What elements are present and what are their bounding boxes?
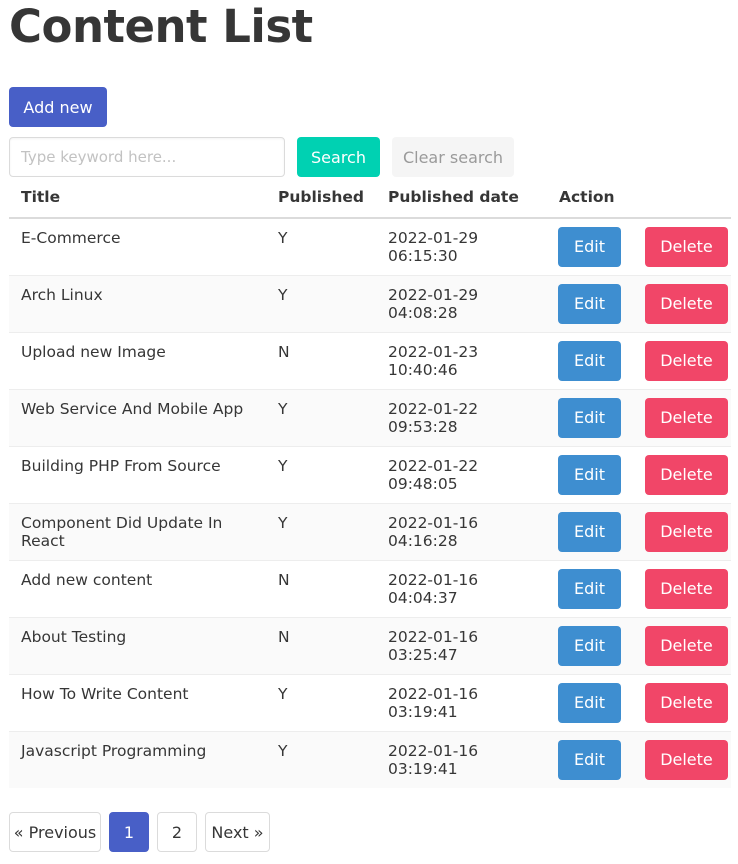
row-published-date: 2022-01-22 09:53:28 [375,389,547,447]
row-actions: Edit Delete [546,731,731,788]
row-title: Add new content [9,560,266,618]
row-actions: Edit Delete [546,218,731,276]
delete-button[interactable]: Delete [644,625,728,666]
row-title: Component Did Update In React [9,503,266,561]
row-published-date: 2022-01-29 04:08:28 [375,275,547,333]
row-title: Building PHP From Source [9,446,266,504]
row-published: N [266,332,376,390]
row-published-date: 2022-01-29 06:15:30 [375,218,547,276]
row-actions: Edit Delete [546,560,731,618]
header-published: Published [266,177,376,219]
edit-button[interactable]: Edit [557,739,621,780]
row-published: Y [266,503,376,561]
row-actions: Edit Delete [546,617,731,675]
table-row: Web Service And Mobile App Y 2022-01-22 09… [9,389,731,447]
next-page-button[interactable]: Next » [205,812,270,852]
row-actions: Edit Delete [546,446,731,504]
table-row: Add new content N 2022-01-16 04:04:37 Edit D… [9,560,731,618]
row-published-date: 2022-01-16 04:04:37 [375,560,547,618]
action-buttons: Edit Delete [547,454,731,495]
table-row: About Testing N 2022-01-16 03:25:47 Edit Del… [9,617,731,675]
row-title: Arch Linux [9,275,266,333]
row-published-date: 2022-01-23 10:40:46 [375,332,547,390]
row-actions: Edit Delete [546,503,731,561]
table-row: Javascript Programming Y 2022-01-16 03:19:… [9,731,731,788]
delete-button[interactable]: Delete [644,511,728,552]
edit-button[interactable]: Edit [557,226,621,267]
edit-button[interactable]: Edit [557,625,621,666]
edit-button[interactable]: Edit [557,283,621,324]
table-row: Upload new Image N 2022-01-23 10:40:46 Edit… [9,332,731,390]
action-buttons: Edit Delete [547,397,731,438]
action-buttons: Edit Delete [547,625,731,666]
row-title: E-Commerce [9,218,266,276]
row-published-date: 2022-01-22 09:48:05 [375,446,547,504]
row-actions: Edit Delete [546,332,731,390]
action-buttons: Edit Delete [547,511,731,552]
row-title: Upload new Image [9,332,266,390]
table-header-row: Title Published Published date Action [9,177,731,219]
row-title: Javascript Programming [9,731,266,788]
edit-button[interactable]: Edit [557,454,621,495]
clear-search-button[interactable]: Clear search [392,137,514,177]
row-published-date: 2022-01-16 03:25:47 [375,617,547,675]
add-new-button[interactable]: Add new [9,87,107,127]
search-button[interactable]: Search [297,137,380,177]
delete-button[interactable]: Delete [644,682,728,723]
delete-button[interactable]: Delete [644,340,728,381]
previous-page-button[interactable]: « Previous [9,812,101,852]
delete-button[interactable]: Delete [644,454,728,495]
row-actions: Edit Delete [546,674,731,732]
row-published-date: 2022-01-16 03:19:41 [375,731,547,788]
row-published-date: 2022-01-16 04:16:28 [375,503,547,561]
delete-button[interactable]: Delete [644,397,728,438]
page-title: Content List [9,0,313,53]
delete-button[interactable]: Delete [644,568,728,609]
action-buttons: Edit Delete [547,340,731,381]
edit-button[interactable]: Edit [557,340,621,381]
table-row: Component Did Update In React Y 2022-01-16… [9,503,731,561]
row-actions: Edit Delete [546,389,731,447]
action-buttons: Edit Delete [547,226,731,267]
delete-button[interactable]: Delete [644,739,728,780]
table-row: How To Write Content Y 2022-01-16 03:19:41… [9,674,731,732]
row-published: N [266,560,376,618]
row-title: How To Write Content [9,674,266,732]
row-published-date: 2022-01-16 03:19:41 [375,674,547,732]
header-published-date: Published date [375,177,547,219]
pagination: « Previous 1 2 Next » [9,812,278,852]
row-published: Y [266,674,376,732]
row-published: Y [266,731,376,788]
header-title: Title [9,177,266,219]
edit-button[interactable]: Edit [557,568,621,609]
table-row: E-Commerce Y 2022-01-29 06:15:30 Edit Delete [9,218,731,276]
edit-button[interactable]: Edit [557,397,621,438]
row-published: Y [266,446,376,504]
search-input[interactable] [9,137,285,177]
delete-button[interactable]: Delete [644,226,728,267]
row-published: Y [266,218,376,276]
row-title: About Testing [9,617,266,675]
edit-button[interactable]: Edit [557,682,621,723]
row-published: N [266,617,376,675]
action-buttons: Edit Delete [547,739,731,780]
row-actions: Edit Delete [546,275,731,333]
row-published: Y [266,275,376,333]
table-row: Building PHP From Source Y 2022-01-22 09:4… [9,446,731,504]
delete-button[interactable]: Delete [644,283,728,324]
action-buttons: Edit Delete [547,283,731,324]
page-1-button[interactable]: 1 [109,812,149,852]
table-row: Arch Linux Y 2022-01-29 04:08:28 Edit Delete [9,275,731,333]
header-action: Action [546,177,731,219]
edit-button[interactable]: Edit [557,511,621,552]
action-buttons: Edit Delete [547,568,731,609]
row-title: Web Service And Mobile App [9,389,266,447]
row-published: Y [266,389,376,447]
action-buttons: Edit Delete [547,682,731,723]
table-body: E-Commerce Y 2022-01-29 06:15:30 Edit Delete… [9,218,731,788]
page-2-button[interactable]: 2 [157,812,197,852]
content-table: Title Published Published date Action E-… [9,177,731,788]
